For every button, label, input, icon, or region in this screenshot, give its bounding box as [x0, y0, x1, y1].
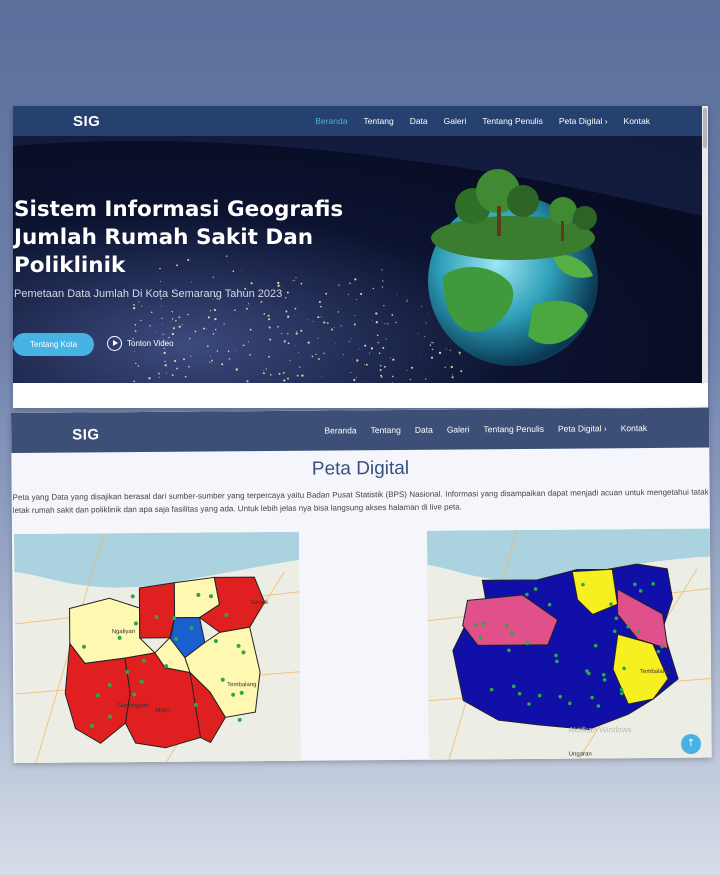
- site-logo[interactable]: SIG: [72, 426, 99, 443]
- watch-video-button[interactable]: Tonton Video: [107, 336, 174, 351]
- nav-item-data[interactable]: Data: [415, 425, 433, 435]
- windows-activation-watermark: Aktifkan Windows: [568, 725, 632, 735]
- map-label-mijen: Mijen: [155, 707, 170, 714]
- hero-title: Sistem Informasi Geografis Jumlah Rumah …: [14, 197, 344, 278]
- nav-item-galeri[interactable]: Galeri: [444, 116, 467, 126]
- hero-subtitle: Pemetaan Data Jumlah Di Kota Semarang Ta…: [14, 288, 283, 300]
- chevron-right-icon: ›: [604, 116, 608, 126]
- scroll-to-top-button[interactable]: ↑: [681, 734, 701, 754]
- nav-item-tentang[interactable]: Tentang: [363, 116, 393, 126]
- nav-item-peta-digital[interactable]: Peta Digital ›: [559, 116, 608, 126]
- map-left-svg: [13, 531, 301, 763]
- section-description: Peta yang Data yang disajikan berasal da…: [12, 487, 709, 515]
- nav-item-tentang-penulis[interactable]: Tentang Penulis: [483, 424, 544, 434]
- section-title: Peta Digital: [311, 457, 410, 480]
- scrollbar-thumb[interactable]: [703, 108, 707, 148]
- top-navbar: SIG Beranda Tentang Data Galeri Tentang …: [13, 106, 708, 136]
- play-icon: [107, 336, 122, 351]
- site-logo[interactable]: SIG: [73, 113, 100, 130]
- chevron-right-icon: ›: [603, 423, 607, 434]
- choropleth-map-right[interactable]: Tembalang Ungaran Aktifkan Windows: [426, 528, 712, 761]
- nav-item-tentang[interactable]: Tentang: [371, 425, 401, 435]
- top-navbar: SIG Beranda Tentang Data Galeri Tentang …: [11, 407, 710, 453]
- nav-item-beranda[interactable]: Beranda: [315, 116, 347, 126]
- nav-item-peta-digital[interactable]: Peta Digital ›: [558, 423, 607, 433]
- map-label-ungaran: Ungaran: [568, 751, 592, 758]
- nav-item-tentang-penulis[interactable]: Tentang Penulis: [482, 116, 543, 126]
- nav-item-galeri[interactable]: Galeri: [447, 424, 470, 434]
- nav-item-data[interactable]: Data: [410, 116, 428, 126]
- map-label-ngaliyan: Ngaliyan: [111, 629, 136, 636]
- watch-video-label: Tonton Video: [127, 339, 174, 348]
- nav-item-beranda[interactable]: Beranda: [324, 425, 356, 435]
- earth-globe-image: [428, 169, 598, 366]
- nav-menu: Beranda Tentang Data Galeri Tentang Penu…: [324, 408, 647, 451]
- map-label-gunungpati: Gunungpati: [117, 702, 149, 710]
- nav-item-kontak[interactable]: Kontak: [621, 423, 648, 433]
- map-label-genuk: Genuk: [250, 599, 269, 607]
- screenshot-landing: SIG Beranda Tentang Data Galeri Tentang …: [13, 106, 708, 408]
- screenshot-peta-digital: SIG Beranda Tentang Data Galeri Tentang …: [11, 407, 712, 763]
- nav-item-kontak[interactable]: Kontak: [624, 116, 650, 126]
- nav-menu: Beranda Tentang Data Galeri Tentang Penu…: [315, 106, 650, 136]
- page-scrollbar[interactable]: [702, 106, 708, 383]
- nav-item-label: Peta Digital: [558, 116, 603, 126]
- hero-section: Sistem Informasi Geografis Jumlah Rumah …: [13, 136, 702, 383]
- map-label-tembalang: Tembalang: [227, 682, 257, 689]
- map-label-tembalang: Tembalang: [640, 668, 670, 676]
- tentang-kota-button[interactable]: Tentang Kota: [13, 333, 94, 356]
- nav-item-label: Peta Digital: [557, 423, 602, 434]
- choropleth-map-left[interactable]: Ngaliyan Gunungpati Mijen Tembalang Genu…: [13, 531, 301, 763]
- arrow-up-icon: ↑: [686, 738, 696, 749]
